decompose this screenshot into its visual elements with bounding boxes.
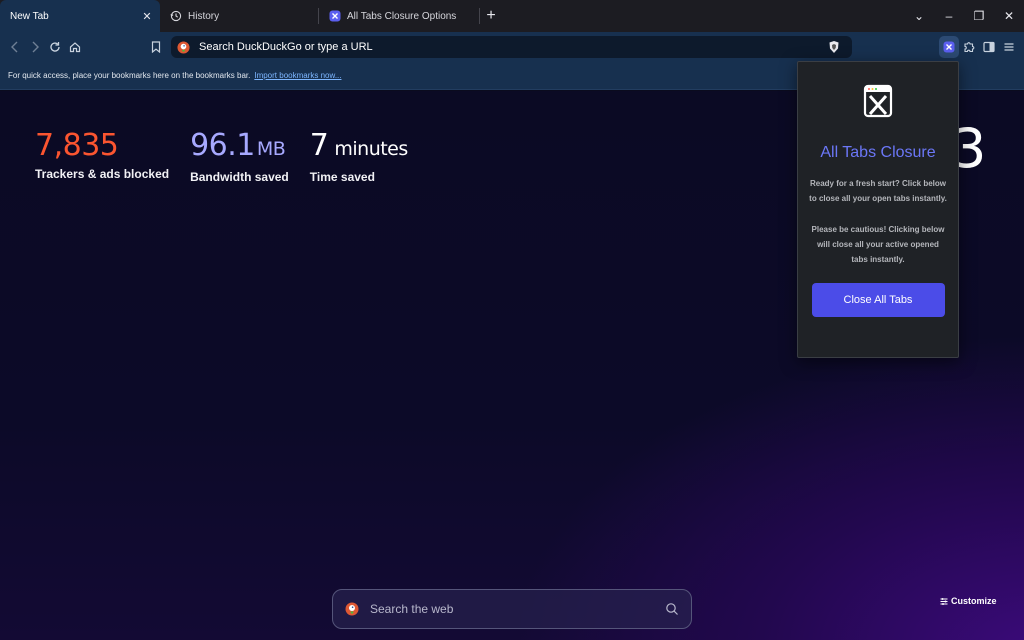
stat-unit: MB [256,138,286,160]
stat-label: Bandwidth saved [190,170,289,184]
back-button[interactable] [5,36,25,58]
stat-time: 7 minutes Time saved [309,128,409,185]
search-placeholder: Search the web [370,602,454,616]
back-icon [11,41,18,53]
extension-x-icon [329,10,341,22]
new-tab-button[interactable]: + [480,0,502,32]
stat-value: 7 [309,128,329,163]
extension-logo-icon [863,84,893,118]
forward-button[interactable] [25,36,45,58]
extension-x-icon [943,41,955,53]
reload-icon [50,42,60,52]
browser-window: New Tab ✕ History All Tabs Closure Optio… [0,0,1024,640]
tab-all-tabs-closure-options[interactable]: All Tabs Closure Options [319,0,479,32]
import-bookmarks-link[interactable]: Import bookmarks now... [254,71,341,80]
tab-label: All Tabs Closure Options [347,10,457,22]
close-all-tabs-button[interactable]: Close All Tabs [811,283,945,317]
popup-warning: Please be cautious! Clicking below will … [811,225,945,264]
minimize-button[interactable]: – [934,0,964,32]
address-bar[interactable]: Search DuckDuckGo or type a URL [171,36,852,58]
forward-icon [32,41,39,53]
address-bar-placeholder: Search DuckDuckGo or type a URL [199,41,373,53]
bookmarks-bar-message: For quick access, place your bookmarks h… [8,71,251,80]
history-icon [170,10,182,22]
stat-value: 7,835 [35,128,119,163]
bookmark-icon [151,41,161,53]
home-icon [69,42,81,53]
stat-label: Time saved [309,170,375,184]
puzzle-icon [964,42,975,53]
toolbar: Search DuckDuckGo or type a URL [0,32,1024,62]
sidebar-button[interactable] [979,36,999,58]
popup-description: Ready for a fresh start? Click below to … [809,179,947,203]
stat-label: Trackers & ads blocked [35,167,170,181]
tab-strip: New Tab ✕ History All Tabs Closure Optio… [0,0,1024,32]
menu-icon [1004,43,1014,51]
main-menu-button[interactable] [999,36,1019,58]
all-tabs-closure-popup: All Tabs Closure Ready for a fresh start… [797,61,959,358]
sidebar-icon [983,41,995,53]
brave-shield-icon[interactable] [828,40,840,57]
customize-icon [940,597,948,605]
tab-new-tab[interactable]: New Tab ✕ [0,0,160,32]
bookmark-button[interactable] [146,36,166,58]
close-window-button[interactable]: ✕ [994,0,1024,32]
stat-unit: minutes [334,138,408,160]
duckduckgo-icon [345,602,359,616]
duckduckgo-icon [177,40,190,54]
customize-button[interactable]: Customize [940,596,997,606]
search-icon [666,603,678,615]
stat-bandwidth: 96.1 MB Bandwidth saved [190,128,289,185]
tab-search-button[interactable]: ⌄ [904,0,934,32]
window-controls: ⌄ – ❐ ✕ [904,0,1024,32]
stat-value: 96.1 [190,128,255,163]
restore-button[interactable]: ❐ [964,0,994,32]
popup-title: All Tabs Closure [820,144,936,161]
web-search-box[interactable]: Search the web [332,589,692,629]
extensions-button[interactable] [959,36,979,58]
tab-history[interactable]: History [160,0,318,32]
stats-panel: 7,835 Trackers & ads blocked 96.1 MB Band… [35,128,409,185]
toolbar-right [939,32,1024,62]
reload-button[interactable] [45,36,65,58]
tab-label: New Tab [10,10,49,22]
tab-close-button[interactable]: ✕ [140,9,154,23]
home-button[interactable] [65,36,85,58]
customize-label: Customize [951,596,997,606]
stat-trackers: 7,835 Trackers & ads blocked [35,129,169,184]
all-tabs-closure-extension-button[interactable] [939,36,959,58]
tab-label: History [188,10,220,22]
